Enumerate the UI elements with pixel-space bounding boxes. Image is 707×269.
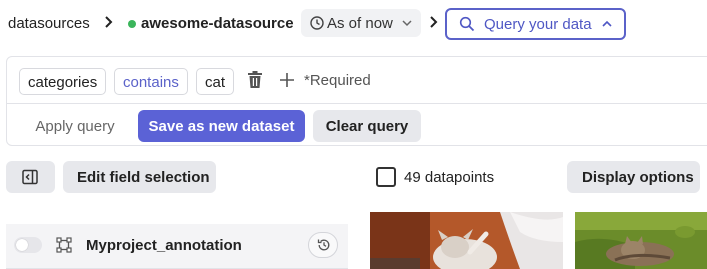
edit-field-selection-button[interactable]: Edit field selection — [63, 161, 216, 193]
breadcrumb-datasources-link[interactable]: datasources — [8, 15, 90, 32]
image-thumbnail[interactable] — [575, 212, 707, 269]
annotation-list-item[interactable]: Myproject_annotation — [6, 224, 348, 269]
chevron-up-icon — [602, 20, 612, 27]
query-panel: categories contains cat *Required Apply … — [6, 56, 707, 146]
sidebar-toggle-button[interactable] — [6, 161, 55, 193]
chevron-down-icon — [402, 20, 412, 27]
add-filter-icon[interactable] — [279, 72, 295, 88]
select-all-checkbox[interactable] — [376, 167, 396, 187]
filter-value-chip[interactable]: cat — [196, 68, 235, 95]
required-hint: *Required — [304, 72, 371, 89]
breadcrumb-datasource-name[interactable]: awesome-datasource — [141, 15, 294, 32]
apply-query-button[interactable]: Apply query — [19, 110, 131, 142]
query-actions: Apply query Save as new dataset Clear qu… — [7, 105, 707, 147]
save-as-dataset-button[interactable]: Save as new dataset — [138, 110, 305, 142]
filter-row: categories contains cat *Required — [7, 57, 707, 104]
bounding-box-icon — [56, 237, 72, 253]
annotation-name: Myproject_annotation — [86, 237, 242, 254]
annotation-history-button[interactable] — [308, 232, 338, 258]
chevron-right-icon — [104, 14, 114, 30]
clear-query-button[interactable]: Clear query — [313, 110, 421, 142]
filter-operator-chip[interactable]: contains — [114, 68, 188, 95]
time-filter-dropdown[interactable]: As of now — [301, 9, 421, 37]
annotation-visibility-toggle[interactable] — [14, 237, 42, 253]
cat-photo-image — [370, 212, 563, 269]
time-filter-label: As of now — [327, 15, 393, 32]
query-your-data-button[interactable]: Query your data — [445, 8, 626, 40]
image-thumbnail[interactable] — [370, 212, 563, 269]
chevron-right-icon — [429, 14, 439, 30]
breadcrumb: datasources awesome-datasource As of now… — [0, 0, 707, 48]
status-dot-icon — [128, 20, 136, 28]
filter-field-chip[interactable]: categories — [19, 68, 107, 95]
history-icon — [317, 239, 330, 251]
sidebar-panel-icon — [22, 169, 38, 185]
cat-photo-image — [575, 212, 707, 269]
trash-icon[interactable] — [247, 71, 263, 89]
query-button-label: Query your data — [484, 16, 592, 33]
datapoints-count: 49 datapoints — [404, 169, 495, 186]
display-options-button[interactable]: Display options — [567, 161, 700, 193]
toggle-knob — [16, 239, 28, 251]
clock-icon — [310, 16, 324, 30]
search-icon — [459, 16, 475, 32]
